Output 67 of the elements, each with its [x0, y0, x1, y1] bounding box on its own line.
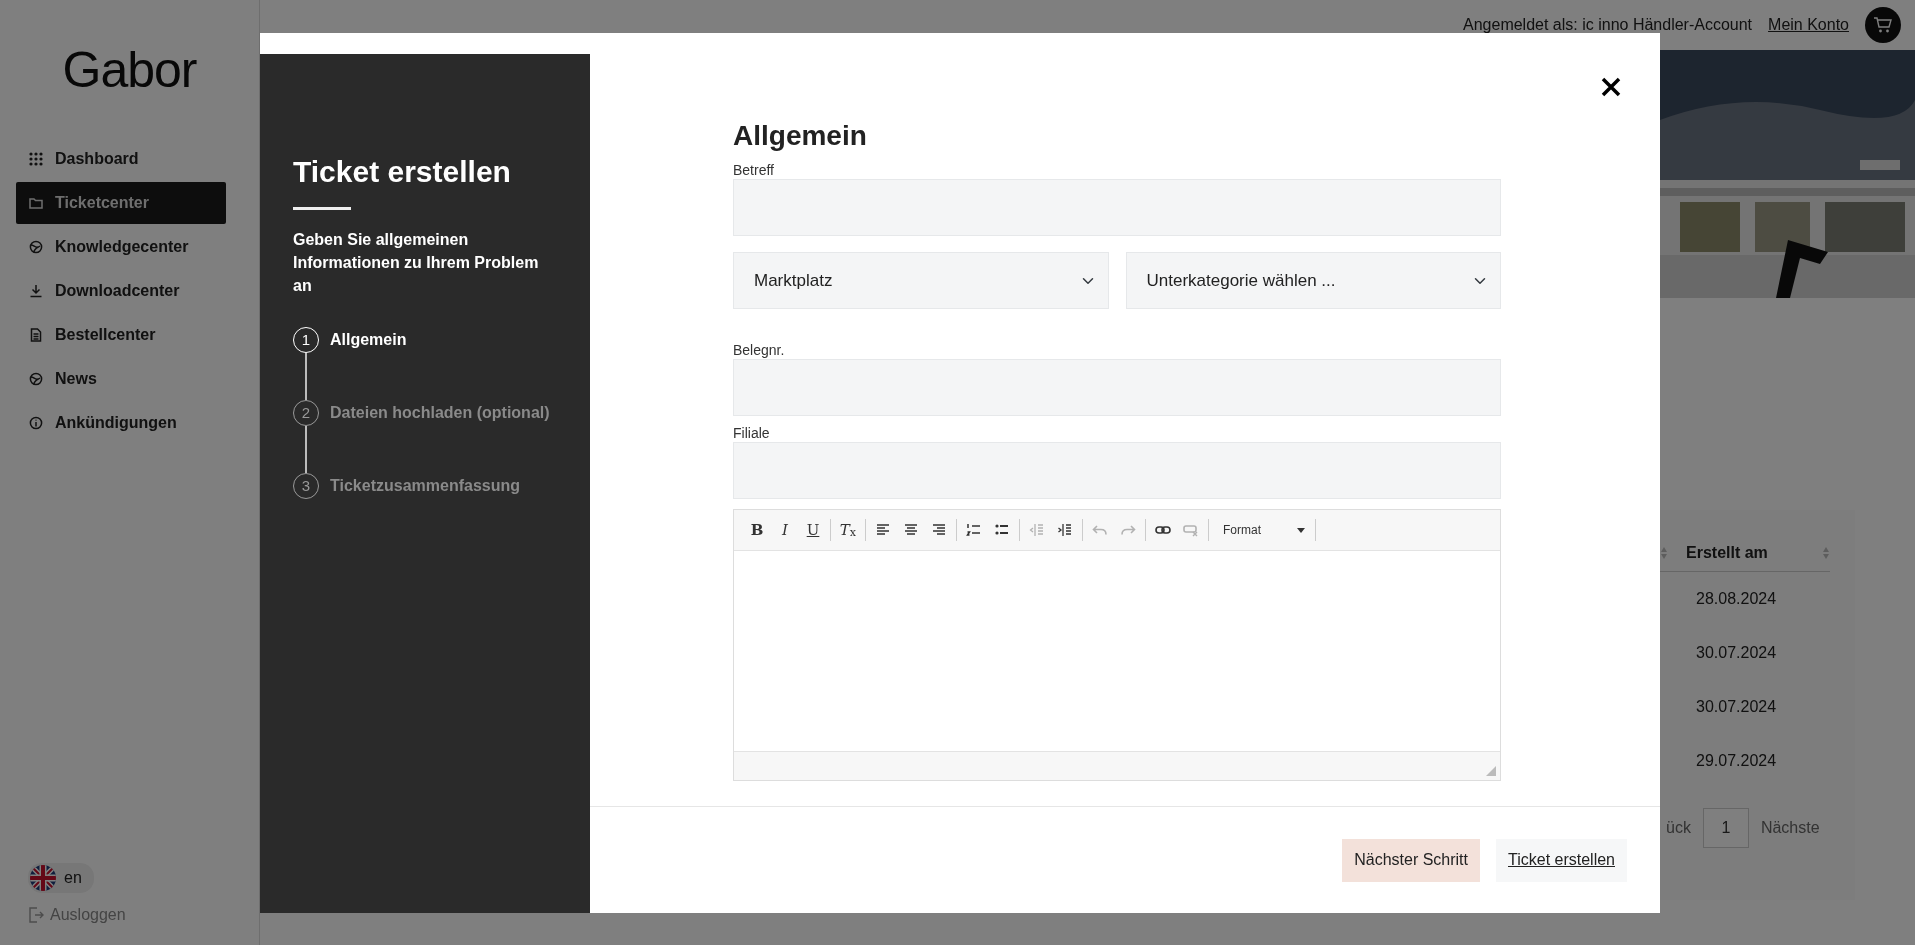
format-button[interactable]: I	[772, 517, 798, 543]
field-label: Betreff	[733, 161, 775, 179]
input-field[interactable]	[733, 359, 1501, 416]
logout-link[interactable]: Ausloggen	[28, 903, 243, 927]
flag-icon	[30, 865, 56, 891]
sidebar-item[interactable]: Bestellcenter	[16, 314, 226, 356]
outdent-icon	[1029, 522, 1045, 538]
format-button[interactable]: B	[744, 517, 770, 543]
title-underline	[293, 207, 351, 210]
document-icon	[29, 328, 43, 342]
modal-title: Ticket erstellen	[293, 154, 512, 190]
table-cell-text: 28.08.2024	[1696, 589, 1777, 609]
field-label: Filiale	[733, 424, 771, 442]
undo-icon	[1092, 522, 1108, 538]
previous-link[interactable]: ück	[1666, 816, 1691, 840]
account-link[interactable]: Mein Konto	[1768, 13, 1849, 37]
sidebar-item[interactable]: Ticketcenter	[16, 182, 226, 224]
unlink-icon	[1183, 522, 1199, 538]
column-header[interactable]: Erstellt am	[1686, 540, 1768, 565]
field-label: Belegnr.	[733, 341, 786, 359]
globe-icon	[29, 240, 43, 254]
download-icon	[29, 284, 43, 298]
cart-button[interactable]	[1865, 7, 1901, 43]
next-link[interactable]: Nächste	[1760, 816, 1820, 840]
info-icon	[29, 416, 43, 430]
language-switcher[interactable]: en	[28, 863, 94, 893]
sidebar-item[interactable]: Knowledgecenter	[16, 226, 226, 268]
globe-icon	[29, 372, 43, 386]
cart-icon	[1873, 16, 1893, 34]
create-ticket-button[interactable]: Ticket erstellen	[1496, 838, 1627, 882]
align-center-icon	[903, 522, 919, 538]
page-number[interactable]: 1	[1702, 808, 1749, 848]
redo-icon	[1120, 522, 1136, 538]
indent-icon	[1057, 522, 1073, 538]
select-field[interactable]: Marktplatz	[733, 252, 1109, 309]
sidebar-item[interactable]: Dashboard	[16, 138, 226, 180]
input-field[interactable]	[733, 179, 1501, 236]
modal-description: Geben Sie allgemeinen Informationen zu Ihrem Problem an	[293, 230, 540, 296]
align-right-icon	[931, 522, 947, 538]
format-button[interactable]: T$_{x}$	[835, 517, 861, 543]
sidebar-item[interactable]: Downloadcenter	[16, 270, 226, 312]
next-step-button[interactable]: Nächster Schritt	[1342, 838, 1480, 882]
step-connector	[305, 426, 307, 473]
resize-handle-icon[interactable]	[1486, 766, 1496, 776]
caret-icon	[1297, 527, 1305, 533]
format-button[interactable]: U	[800, 517, 826, 543]
grid-icon	[29, 152, 43, 166]
section-title: Allgemein	[733, 119, 868, 153]
step-label: Dateien hochladen (optional)	[330, 403, 550, 423]
logo: Gabor	[62, 41, 197, 100]
sidebar-item[interactable]: Ankündigungen	[16, 402, 226, 444]
table-cell-text: 30.07.2024	[1696, 697, 1777, 717]
align-left-icon	[875, 522, 891, 538]
numbered-list-icon	[966, 522, 982, 538]
format-dropdown[interactable]: Format	[1213, 521, 1311, 539]
step-label: Ticketzusammenfassung	[330, 476, 520, 496]
sidebar-item[interactable]: News	[16, 358, 226, 400]
user-label: Angemeldet als: ic inno Händler-Account	[1463, 15, 1753, 35]
step-connector	[305, 353, 307, 400]
select-field[interactable]: Unterkategorie wählen ...	[1125, 252, 1501, 309]
sort-icon[interactable]	[1822, 545, 1830, 560]
table-cell-text: 29.07.2024	[1696, 751, 1777, 771]
input-field[interactable]	[733, 442, 1501, 499]
logout-icon	[28, 906, 44, 924]
step-label: Allgemein	[330, 330, 407, 350]
folder-icon	[29, 196, 43, 210]
table-cell-text: 30.07.2024	[1696, 643, 1777, 663]
